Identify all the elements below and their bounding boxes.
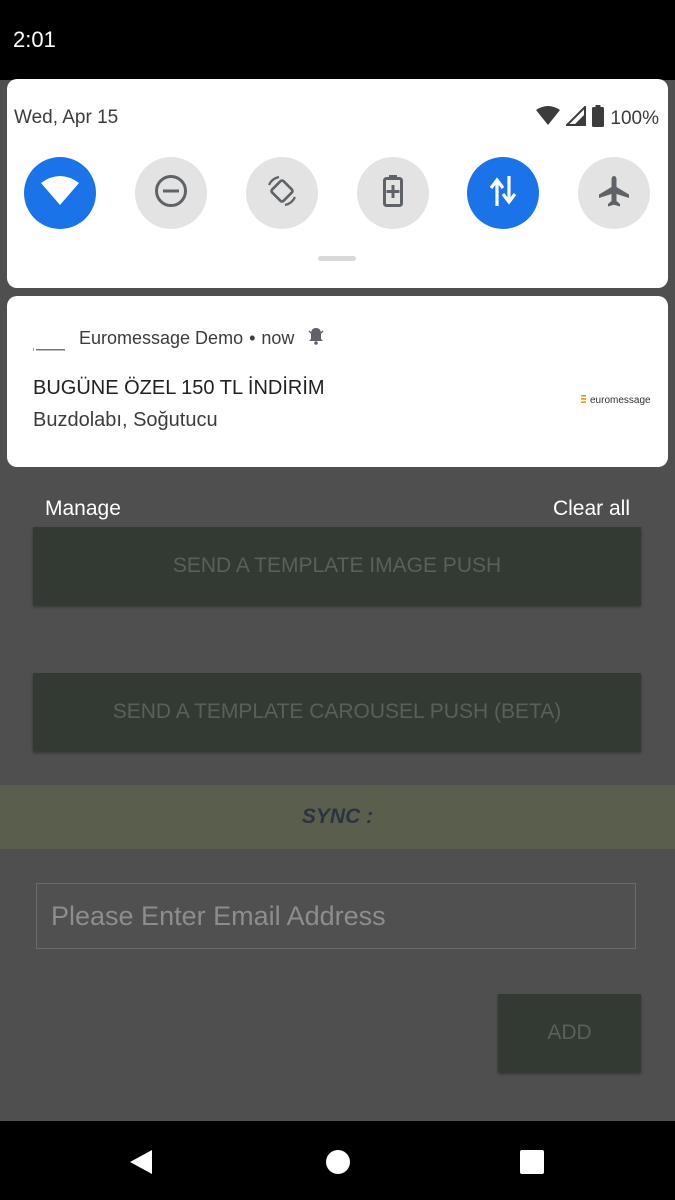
notification-card[interactable]: Euromessage Demo • now BUGÜNE ÖZEL 150 T… (7, 296, 668, 467)
navigation-bar (0, 1121, 675, 1200)
quick-settings-panel: Wed, Apr 15 100% (7, 79, 668, 288)
airplane-mode-tile[interactable] (578, 157, 650, 229)
cell-signal-icon (564, 104, 587, 132)
back-icon[interactable] (128, 1149, 154, 1180)
data-transfer-icon (489, 174, 517, 213)
battery-icon (592, 105, 605, 133)
home-icon[interactable] (325, 1149, 351, 1180)
separator-dot: • (249, 328, 256, 348)
wifi-signal-icon (536, 106, 561, 132)
airplane-icon (597, 174, 631, 213)
qs-status-icons: 100% (536, 104, 659, 133)
logo-text: euromessage (590, 395, 651, 406)
manage-button[interactable]: Manage (45, 497, 121, 521)
drag-handle[interactable] (318, 256, 356, 261)
add-button[interactable]: ADD (498, 994, 641, 1072)
wifi-tile[interactable] (24, 157, 96, 229)
status-bar: 2:01 (0, 0, 675, 80)
clear-all-button[interactable]: Clear all (553, 497, 630, 521)
clock: 2:01 (13, 27, 56, 52)
bell-icon (308, 327, 324, 350)
notification-time: now (261, 328, 295, 348)
app-icon (33, 337, 65, 351)
battery-saver-tile[interactable] (357, 157, 429, 229)
do-not-disturb-icon (154, 174, 188, 213)
auto-rotate-icon (265, 174, 299, 213)
email-placeholder: Please Enter Email Address (51, 900, 386, 931)
battery-percent: 100% (610, 108, 659, 129)
wifi-icon (40, 175, 80, 212)
auto-rotate-tile[interactable] (246, 157, 318, 229)
notification-header: Euromessage Demo • now (33, 327, 324, 351)
send-image-push-button[interactable]: SEND A TEMPLATE IMAGE PUSH (33, 527, 641, 605)
send-carousel-push-button[interactable]: SEND A TEMPLATE CAROUSEL PUSH (BETA) (33, 673, 641, 751)
recents-icon[interactable] (519, 1149, 545, 1180)
battery-saver-icon (382, 174, 404, 213)
euromessage-logo: euromessage (581, 395, 651, 406)
qs-date: Wed, Apr 15 (14, 107, 119, 128)
logo-mark-icon (581, 395, 587, 406)
sync-label: SYNC : (0, 785, 675, 849)
notification-body: Buzdolabı, Soğutucu (33, 409, 218, 431)
email-input[interactable]: Please Enter Email Address (36, 883, 636, 949)
mobile-data-tile[interactable] (467, 157, 539, 229)
do-not-disturb-tile[interactable] (135, 157, 207, 229)
notification-app-name: Euromessage Demo (79, 328, 244, 348)
notification-title: BUGÜNE ÖZEL 150 TL İNDİRİM (33, 377, 325, 399)
